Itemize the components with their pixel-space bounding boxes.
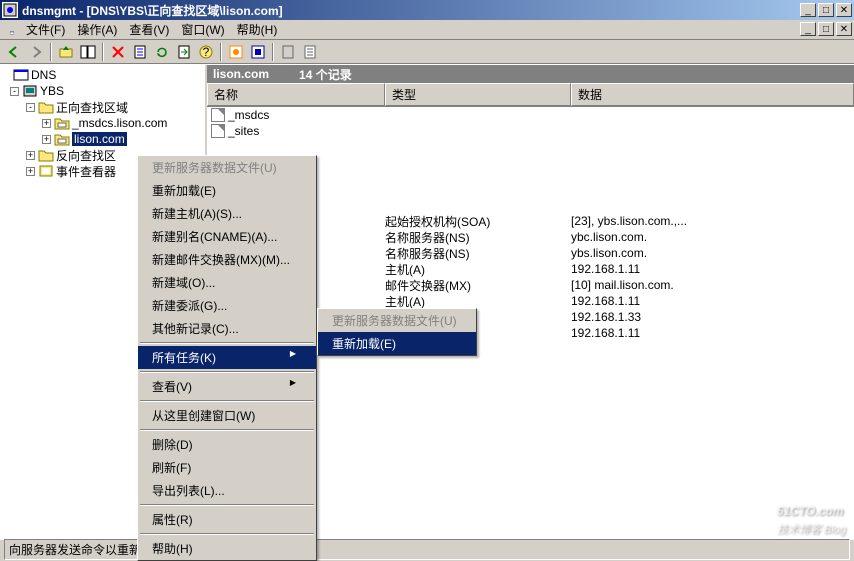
mdi-icon (4, 22, 20, 38)
ctx-export[interactable]: 导出列表(L)... (138, 479, 316, 502)
menu-window[interactable]: 窗口(W) (175, 19, 230, 40)
window-title: dnsmgmt - [DNS\YBS\正向查找区域\lison.com] (22, 2, 798, 19)
list-header: lison.com 14 个记录 (207, 65, 854, 83)
ctx-new-window[interactable]: 从这里创建窗口(W) (138, 404, 316, 427)
tree-lison-zone[interactable]: lison.com (72, 132, 127, 146)
ctx-other-record[interactable]: 其他新记录(C)... (138, 317, 316, 340)
folder-record-icon (211, 108, 225, 122)
ctx-new-host[interactable]: 新建主机(A)(S)... (138, 202, 316, 225)
col-name[interactable]: 名称 (207, 83, 385, 106)
menu-separator (140, 400, 314, 402)
context-menu[interactable]: 更新服务器数据文件(U) 重新加载(E) 新建主机(A)(S)... 新建别名(… (137, 155, 317, 561)
show-hide-button[interactable] (78, 42, 98, 62)
expand-icon[interactable]: + (26, 167, 35, 176)
ctx-new-cname[interactable]: 新建别名(CNAME)(A)... (138, 225, 316, 248)
status-bar: 向服务器发送命令以重新加载此区域。 (0, 539, 854, 559)
dns-root-icon (13, 67, 29, 83)
tool-icon-3[interactable] (278, 42, 298, 62)
list-header-count: 14 个记录 (299, 66, 352, 83)
properties-button[interactable] (130, 42, 150, 62)
expand-icon[interactable]: + (42, 119, 51, 128)
delete-button[interactable] (108, 42, 128, 62)
tool-icon-2[interactable] (248, 42, 268, 62)
zone-icon (54, 131, 70, 147)
mdi-close-button[interactable]: ✕ (836, 22, 852, 36)
ctx-properties[interactable]: 属性(R) (138, 508, 316, 531)
ctx-update-server-file[interactable]: 更新服务器数据文件(U) (138, 156, 316, 179)
content-area: DNS -YBS -正向查找区域 +_msdcs.lison.com +liso… (0, 64, 854, 539)
ctx-refresh[interactable]: 刷新(F) (138, 456, 316, 479)
app-icon (2, 2, 18, 18)
tool-icon-4[interactable] (300, 42, 320, 62)
menu-bar: 文件(F) 操作(A) 查看(V) 窗口(W) 帮助(H) _ □ ✕ (0, 20, 854, 40)
close-button[interactable]: ✕ (836, 3, 852, 17)
minimize-button[interactable]: _ (800, 3, 816, 17)
sub-update-server-file[interactable]: 更新服务器数据文件(U) (318, 309, 476, 332)
server-icon (22, 83, 38, 99)
menu-separator (140, 504, 314, 506)
tool-icon-1[interactable] (226, 42, 246, 62)
expand-icon[interactable]: + (42, 135, 51, 144)
status-text: 向服务器发送命令以重新加载此区域。 (4, 539, 850, 560)
ctx-reload[interactable]: 重新加载(E) (138, 179, 316, 202)
list-item: _sites (207, 123, 854, 139)
ctx-help[interactable]: 帮助(H) (138, 537, 316, 560)
forward-button[interactable] (26, 42, 46, 62)
ctx-view[interactable]: 查看(V) (138, 375, 316, 398)
zone-icon (54, 115, 70, 131)
tree-msdcs-zone[interactable]: _msdcs.lison.com (72, 116, 167, 130)
tree-forward-zone[interactable]: 正向查找区域 (56, 99, 128, 116)
folder-record-icon (211, 124, 225, 138)
menu-separator (140, 533, 314, 535)
expand-icon[interactable]: + (26, 151, 35, 160)
tree-reverse-zone[interactable]: 反向查找区 (56, 147, 116, 164)
list-header-zone: lison.com (213, 67, 269, 81)
list-item: _msdcs (207, 107, 854, 123)
toolbar: ? (0, 40, 854, 64)
help-button[interactable]: ? (196, 42, 216, 62)
mdi-restore-button[interactable]: □ (818, 22, 834, 36)
ctx-all-tasks[interactable]: 所有任务(K) (138, 346, 316, 369)
sub-reload[interactable]: 重新加载(E) (318, 332, 476, 355)
menu-file[interactable]: 文件(F) (20, 19, 71, 40)
ctx-new-domain[interactable]: 新建域(O)... (138, 271, 316, 294)
menu-help[interactable]: 帮助(H) (231, 19, 284, 40)
menu-action[interactable]: 操作(A) (71, 19, 123, 40)
refresh-button[interactable] (152, 42, 172, 62)
menu-separator (140, 342, 314, 344)
column-headers: 名称 类型 数据 (207, 83, 854, 107)
col-data[interactable]: 数据 (571, 83, 854, 106)
expand-icon[interactable]: - (26, 103, 35, 112)
expand-icon[interactable]: - (10, 87, 19, 96)
menu-separator (140, 429, 314, 431)
menu-separator (140, 371, 314, 373)
event-viewer-icon (38, 163, 54, 179)
maximize-button[interactable]: □ (818, 3, 834, 17)
tree-server[interactable]: YBS (40, 84, 64, 98)
ctx-new-mx[interactable]: 新建邮件交换器(MX)(M)... (138, 248, 316, 271)
folder-icon (38, 99, 54, 115)
mdi-minimize-button[interactable]: _ (800, 22, 816, 36)
svg-text:?: ? (203, 45, 210, 59)
folder-icon (38, 147, 54, 163)
up-button[interactable] (56, 42, 76, 62)
export-button[interactable] (174, 42, 194, 62)
menu-view[interactable]: 查看(V) (123, 19, 175, 40)
ctx-new-delegation[interactable]: 新建委派(G)... (138, 294, 316, 317)
context-submenu[interactable]: 更新服务器数据文件(U) 重新加载(E) (317, 308, 477, 356)
ctx-delete[interactable]: 删除(D) (138, 433, 316, 456)
tree-event-viewer[interactable]: 事件查看器 (56, 163, 116, 180)
col-type[interactable]: 类型 (385, 83, 571, 106)
back-button[interactable] (4, 42, 24, 62)
title-bar: dnsmgmt - [DNS\YBS\正向查找区域\lison.com] _ □… (0, 0, 854, 20)
tree-root[interactable]: DNS (31, 68, 56, 82)
